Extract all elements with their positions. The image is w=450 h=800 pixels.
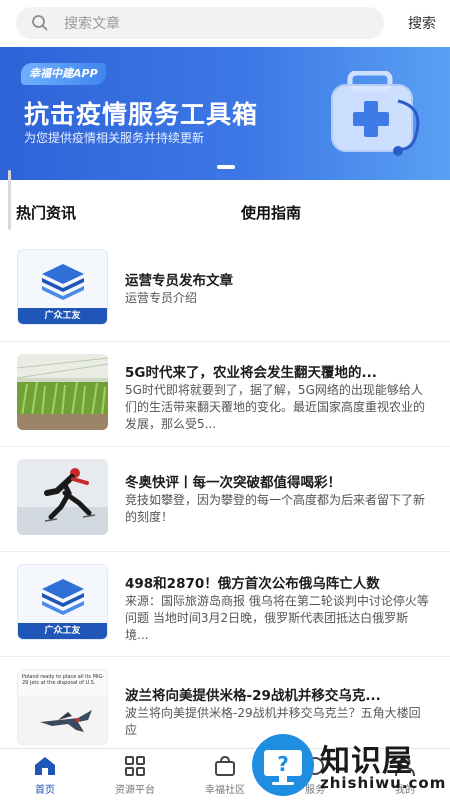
news-thumbnail: 广众工友 — [17, 249, 108, 325]
banner-title: 抗击疫情服务工具箱 — [24, 100, 259, 129]
news-description: 竞技如攀登，因为攀登的每一个高度都为后来者留下了新的刻度！ — [125, 493, 426, 524]
search-icon — [32, 15, 48, 31]
nav-resources[interactable]: 资源平台 — [100, 755, 170, 796]
promo-banner[interactable]: 幸福中建APP 抗击疫情服务工具箱 为您提供疫情相关服务并持续更新 — [0, 47, 450, 180]
news-description: 来源：国际旅游岛商报 俄乌将在第二轮谈判中讨论停火等问题 当地时间3月2日晚，俄… — [125, 594, 429, 642]
banner-subtitle: 为您提供疫情相关服务并持续更新 — [24, 131, 205, 145]
greenhouse-image — [17, 354, 108, 430]
news-title: 运营专员发布文章 — [125, 273, 233, 289]
news-item[interactable]: 广众工友 运营专员发布文章 运营专员介绍 — [0, 237, 450, 342]
news-thumbnail — [17, 354, 108, 430]
logo-icon — [42, 579, 84, 615]
news-title: 498和2870！俄方首次公布俄乌阵亡人数 — [125, 576, 380, 592]
home-icon — [35, 757, 55, 775]
nav-label: 资源平台 — [115, 785, 155, 796]
fighter-jet-image — [18, 696, 107, 744]
news-item[interactable]: 5G时代来了，农业将会发生翻天覆地的... 5G时代即将就要到了，据了解，5G网… — [0, 342, 450, 447]
news-thumbnail — [17, 459, 108, 535]
news-title: 波兰将向美提供米格-29战机并移交乌克... — [125, 688, 381, 704]
news-description: 运营专员介绍 — [125, 291, 198, 305]
svg-text:?: ? — [277, 752, 289, 776]
news-title: 冬奥快评丨每一次突破都值得喝彩！ — [125, 475, 341, 491]
nav-home[interactable]: 首页 — [10, 755, 80, 796]
news-thumbnail: 广众工友 — [17, 564, 108, 640]
search-input[interactable]: 搜索文章 — [16, 7, 384, 39]
carousel-indicator[interactable] — [217, 165, 235, 169]
search-button[interactable]: 搜索 — [408, 13, 436, 33]
banner-tag: 幸福中建APP — [21, 63, 106, 85]
watermark-url: zhishiwu.com — [320, 774, 447, 792]
watermark: ? 知识屋 zhishiwu.com — [250, 730, 450, 800]
medical-kit-icon — [331, 71, 420, 156]
news-title: 5G时代来了，农业将会发生翻天覆地的... — [125, 365, 377, 381]
thumbnail-label: 广众工友 — [18, 623, 107, 639]
tab-hot-news[interactable]: 热门资讯 — [16, 202, 76, 223]
news-description: 5G时代即将就要到了，据了解，5G网络的出现能够给人们的生活带来翻天覆地的变化。… — [125, 383, 426, 431]
thumbnail-label: 广众工友 — [18, 308, 107, 324]
nav-label: 首页 — [35, 785, 55, 796]
news-item[interactable]: 冬奥快评丨每一次突破都值得喝彩！ 竞技如攀登，因为攀登的每一个高度都为后来者留下… — [0, 447, 450, 552]
search-bar: 搜索文章 搜索 — [0, 0, 450, 46]
speed-skater-image — [17, 459, 108, 535]
grid-icon — [125, 756, 145, 776]
bag-icon — [215, 755, 235, 776]
tab-bar: 热门资讯 使用指南 — [0, 196, 450, 232]
logo-icon — [42, 264, 84, 300]
tab-user-guide[interactable]: 使用指南 — [241, 202, 301, 223]
search-placeholder: 搜索文章 — [64, 16, 120, 32]
news-thumbnail: Poland ready to place all its MiG-29 jet… — [17, 669, 108, 745]
question-monitor-icon: ? — [252, 734, 314, 796]
news-item[interactable]: 广众工友 498和2870！俄方首次公布俄乌阵亡人数 来源：国际旅游岛商报 俄乌… — [0, 552, 450, 657]
